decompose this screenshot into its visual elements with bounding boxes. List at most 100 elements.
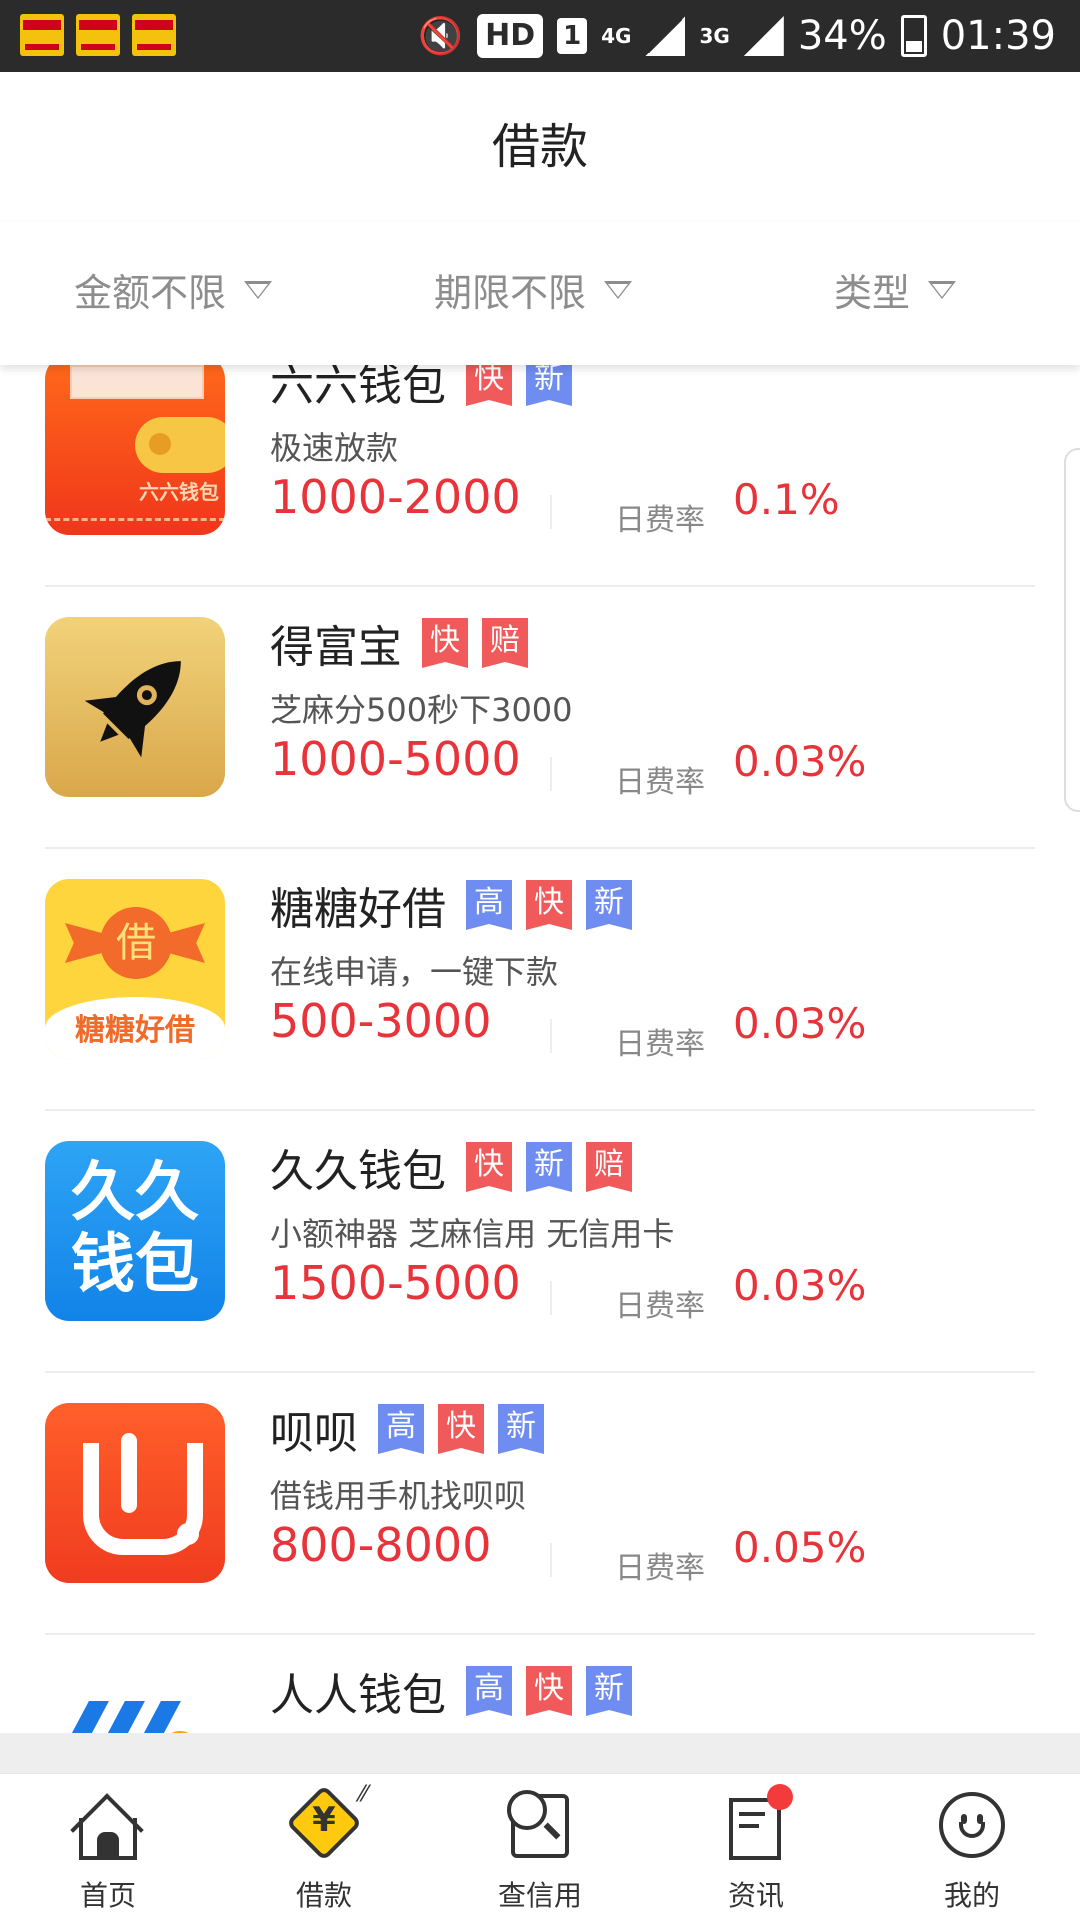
daily-rate: 0.03% [733, 737, 867, 786]
nav-item-credit[interactable]: 查信用 [470, 1788, 610, 1914]
tag-badge: 新 [526, 1142, 572, 1192]
nav-label: 首页 [79, 1879, 136, 1912]
loan-product-list: 六六钱包 六六钱包 快 新 极速放款 1000-2000 日费率 0.1% 得富… [0, 365, 1080, 1735]
filter-amount[interactable]: 金额不限 [74, 262, 273, 317]
credit-search-icon [503, 1788, 577, 1862]
signal-icon [645, 16, 686, 56]
nav-item-home[interactable]: 首页 [38, 1788, 178, 1914]
battery-icon [900, 15, 927, 57]
list-item[interactable]: 得富宝 快 赔 芝麻分500秒下3000 1000-5000 日费率 0.03% [0, 587, 1080, 849]
triangle-down-icon [244, 280, 273, 299]
filter-label: 类型 [834, 271, 911, 315]
news-icon [719, 1784, 793, 1862]
tag-badge: 高 [466, 880, 512, 930]
list-item[interactable]: 久久钱包 久久钱包 快 新 赔 小额神器 芝麻信用 无信用卡 1500-5000… [0, 1111, 1080, 1373]
nav-item-loan[interactable]: ¥ ⁄⁄ 借款 [254, 1782, 394, 1914]
mute-icon: 🔇 [418, 16, 464, 57]
product-description: 在线申请，一键下款 [270, 953, 559, 991]
candy-icon: 借 [100, 907, 172, 979]
triangle-down-icon [604, 280, 633, 299]
product-name: 得富宝 [270, 622, 402, 673]
product-name: 呗呗 [270, 1408, 358, 1459]
hd-badge: HD [477, 14, 544, 58]
filter-label: 期限不限 [434, 271, 587, 315]
daily-rate: 0.1% [733, 475, 840, 524]
rate-label: 日费率 [615, 1551, 705, 1586]
app-logo: 久久钱包 [45, 1141, 225, 1321]
tag-badge: 快 [438, 1404, 484, 1454]
notification-dot [767, 1784, 793, 1810]
loan-amount: 500-3000 [270, 994, 492, 1048]
daily-rate: 0.05% [733, 1523, 867, 1572]
list-item[interactable]: 借 糖糖好借 糖糖好借 高 快 新 在线申请，一键下款 500-3000 日费率… [0, 849, 1080, 1111]
product-description: 借钱用手机找呗呗 [270, 1477, 527, 1515]
app-logo: 借 糖糖好借 [45, 879, 225, 1059]
rate-label: 日费率 [615, 503, 705, 538]
tag-badge: 新 [498, 1404, 544, 1454]
app-logo [45, 617, 225, 797]
divider [550, 757, 552, 791]
page-title: 借款 [491, 119, 588, 175]
network-4g-label: 4G [601, 24, 632, 48]
app-logo [45, 1665, 225, 1735]
product-description: 小额神器 芝麻信用 无信用卡 [270, 1215, 675, 1253]
sim-badge: 1 [557, 18, 588, 54]
bottom-nav: 首页 ¥ ⁄⁄ 借款 查信用 资讯 我的 [0, 1773, 1080, 1921]
loan-amount: 1000-5000 [270, 732, 521, 786]
nav-item-me[interactable]: 我的 [902, 1788, 1042, 1914]
nav-label: 资讯 [727, 1879, 784, 1912]
tag-badge: 新 [586, 880, 632, 930]
list-bottom-spacer [0, 1733, 1080, 1773]
app-notification-icon [132, 14, 176, 56]
filter-label: 金额不限 [74, 271, 227, 315]
tag-badge: 赔 [586, 1142, 632, 1192]
clock: 01:39 [940, 13, 1056, 59]
scroll-indicator[interactable] [1064, 448, 1080, 812]
loan-amount: 1000-2000 [270, 470, 521, 524]
app-logo [45, 1403, 225, 1583]
divider [550, 495, 552, 529]
loan-amount: 800-8000 [270, 1518, 492, 1572]
tag-badge: 高 [466, 1666, 512, 1716]
daily-rate: 0.03% [733, 999, 867, 1048]
tag-badge: 快 [526, 880, 572, 930]
notification-icons [20, 14, 176, 56]
rate-label: 日费率 [615, 765, 705, 800]
app-notification-icon [20, 14, 64, 56]
tag-badge: 快 [466, 1142, 512, 1192]
divider [550, 1019, 552, 1053]
divider [550, 1281, 552, 1315]
nav-item-news[interactable]: 资讯 [686, 1784, 826, 1914]
app-notification-icon [76, 14, 120, 56]
rate-label: 日费率 [615, 1027, 705, 1062]
product-name: 人人钱包 [270, 1670, 446, 1721]
list-item[interactable]: 六六钱包 六六钱包 快 新 极速放款 1000-2000 日费率 0.1% [0, 365, 1080, 587]
loan-amount: 1500-5000 [270, 1256, 521, 1310]
home-icon [70, 1788, 145, 1867]
signal-icon [743, 16, 784, 56]
filter-term[interactable]: 期限不限 [434, 262, 633, 317]
tag-badge: 高 [378, 1404, 424, 1454]
list-item[interactable]: 呗呗 高 快 新 借钱用手机找呗呗 800-8000 日费率 0.05% [0, 1373, 1080, 1635]
filter-type[interactable]: 类型 [834, 262, 957, 317]
list-item[interactable]: 人人钱包 高 快 新 [0, 1635, 1080, 1735]
status-bar: 🔇 HD 1 4G 3G 34% 01:39 [0, 0, 1080, 72]
tag-badge: 新 [586, 1666, 632, 1716]
nav-label: 我的 [943, 1879, 1000, 1912]
nav-label: 查信用 [497, 1879, 582, 1912]
product-name: 六六钱包 [270, 365, 446, 411]
tag-badge: 赔 [482, 618, 528, 668]
tag-badge: 快 [466, 365, 512, 406]
battery-percent: 34% [797, 13, 887, 59]
divider [550, 1543, 552, 1577]
nav-label: 借款 [295, 1879, 352, 1912]
daily-rate: 0.03% [733, 1261, 867, 1310]
rocket-icon [84, 661, 181, 758]
rate-label: 日费率 [615, 1289, 705, 1324]
tag-badge: 快 [526, 1666, 572, 1716]
product-description: 极速放款 [270, 429, 399, 467]
triangle-down-icon [928, 280, 957, 299]
filter-bar: 金额不限 期限不限 类型 [0, 222, 1080, 365]
loan-icon: ¥ ⁄⁄ [285, 1782, 367, 1862]
app-logo: 六六钱包 [45, 365, 225, 535]
